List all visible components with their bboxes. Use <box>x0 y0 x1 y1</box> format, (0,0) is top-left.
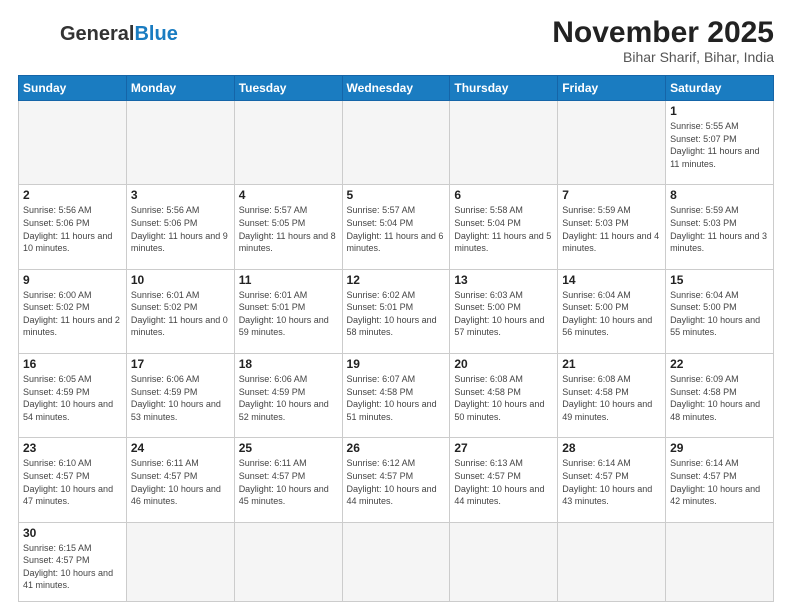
week-row-2: 2 Sunrise: 5:56 AMSunset: 5:06 PMDayligh… <box>19 185 774 269</box>
week-row-4: 16 Sunrise: 6:05 AMSunset: 4:59 PMDaylig… <box>19 353 774 437</box>
empty-cell <box>558 101 666 185</box>
header-friday: Friday <box>558 76 666 101</box>
day-15: 15 Sunrise: 6:04 AMSunset: 5:00 PMDaylig… <box>666 269 774 353</box>
header-sunday: Sunday <box>19 76 127 101</box>
day-3: 3 Sunrise: 5:56 AMSunset: 5:06 PMDayligh… <box>126 185 234 269</box>
day-11: 11 Sunrise: 6:01 AMSunset: 5:01 PMDaylig… <box>234 269 342 353</box>
page: GeneralBlue November 2025 Bihar Sharif, … <box>0 0 792 612</box>
day-10: 10 Sunrise: 6:01 AMSunset: 5:02 PMDaylig… <box>126 269 234 353</box>
day-23: 23 Sunrise: 6:10 AMSunset: 4:57 PMDaylig… <box>19 438 127 522</box>
header-wednesday: Wednesday <box>342 76 450 101</box>
empty-cell <box>666 522 774 601</box>
empty-cell <box>234 522 342 601</box>
header-monday: Monday <box>126 76 234 101</box>
day-9: 9 Sunrise: 6:00 AMSunset: 5:02 PMDayligh… <box>19 269 127 353</box>
day-6: 6 Sunrise: 5:58 AMSunset: 5:04 PMDayligh… <box>450 185 558 269</box>
day-22: 22 Sunrise: 6:09 AMSunset: 4:58 PMDaylig… <box>666 353 774 437</box>
day-19: 19 Sunrise: 6:07 AMSunset: 4:58 PMDaylig… <box>342 353 450 437</box>
day-4: 4 Sunrise: 5:57 AMSunset: 5:05 PMDayligh… <box>234 185 342 269</box>
week-row-5: 23 Sunrise: 6:10 AMSunset: 4:57 PMDaylig… <box>19 438 774 522</box>
day-13: 13 Sunrise: 6:03 AMSunset: 5:00 PMDaylig… <box>450 269 558 353</box>
day-29: 29 Sunrise: 6:14 AMSunset: 4:57 PMDaylig… <box>666 438 774 522</box>
day-17: 17 Sunrise: 6:06 AMSunset: 4:59 PMDaylig… <box>126 353 234 437</box>
day-14: 14 Sunrise: 6:04 AMSunset: 5:00 PMDaylig… <box>558 269 666 353</box>
day-26: 26 Sunrise: 6:12 AMSunset: 4:57 PMDaylig… <box>342 438 450 522</box>
day-12: 12 Sunrise: 6:02 AMSunset: 5:01 PMDaylig… <box>342 269 450 353</box>
empty-cell <box>558 522 666 601</box>
day-21: 21 Sunrise: 6:08 AMSunset: 4:58 PMDaylig… <box>558 353 666 437</box>
title-block: November 2025 Bihar Sharif, Bihar, India <box>552 16 774 65</box>
day-16: 16 Sunrise: 6:05 AMSunset: 4:59 PMDaylig… <box>19 353 127 437</box>
day-5: 5 Sunrise: 5:57 AMSunset: 5:04 PMDayligh… <box>342 185 450 269</box>
empty-cell <box>450 522 558 601</box>
day-8: 8 Sunrise: 5:59 AMSunset: 5:03 PMDayligh… <box>666 185 774 269</box>
generalblue-logo-icon <box>18 16 54 52</box>
day-24: 24 Sunrise: 6:11 AMSunset: 4:57 PMDaylig… <box>126 438 234 522</box>
empty-cell <box>126 101 234 185</box>
empty-cell <box>342 101 450 185</box>
empty-cell <box>342 522 450 601</box>
empty-cell <box>19 101 127 185</box>
weekday-header-row: Sunday Monday Tuesday Wednesday Thursday… <box>19 76 774 101</box>
week-row-6: 30 Sunrise: 6:15 AMSunset: 4:57 PMDaylig… <box>19 522 774 601</box>
day-30: 30 Sunrise: 6:15 AMSunset: 4:57 PMDaylig… <box>19 522 127 601</box>
day-1: 1 Sunrise: 5:55 AM Sunset: 5:07 PM Dayli… <box>666 101 774 185</box>
day-7: 7 Sunrise: 5:59 AMSunset: 5:03 PMDayligh… <box>558 185 666 269</box>
header-saturday: Saturday <box>666 76 774 101</box>
logo: GeneralBlue <box>18 16 178 52</box>
day-28: 28 Sunrise: 6:14 AMSunset: 4:57 PMDaylig… <box>558 438 666 522</box>
day-18: 18 Sunrise: 6:06 AMSunset: 4:59 PMDaylig… <box>234 353 342 437</box>
empty-cell <box>234 101 342 185</box>
day-20: 20 Sunrise: 6:08 AMSunset: 4:58 PMDaylig… <box>450 353 558 437</box>
empty-cell <box>450 101 558 185</box>
calendar-table: Sunday Monday Tuesday Wednesday Thursday… <box>18 75 774 602</box>
logo-text: GeneralBlue <box>60 23 178 45</box>
day-25: 25 Sunrise: 6:11 AMSunset: 4:57 PMDaylig… <box>234 438 342 522</box>
header-thursday: Thursday <box>450 76 558 101</box>
week-row-3: 9 Sunrise: 6:00 AMSunset: 5:02 PMDayligh… <box>19 269 774 353</box>
header: GeneralBlue November 2025 Bihar Sharif, … <box>18 16 774 65</box>
calendar-subtitle: Bihar Sharif, Bihar, India <box>552 49 774 65</box>
header-tuesday: Tuesday <box>234 76 342 101</box>
day-2: 2 Sunrise: 5:56 AMSunset: 5:06 PMDayligh… <box>19 185 127 269</box>
empty-cell <box>126 522 234 601</box>
calendar-title: November 2025 <box>552 16 774 49</box>
week-row-1: 1 Sunrise: 5:55 AM Sunset: 5:07 PM Dayli… <box>19 101 774 185</box>
day-27: 27 Sunrise: 6:13 AMSunset: 4:57 PMDaylig… <box>450 438 558 522</box>
